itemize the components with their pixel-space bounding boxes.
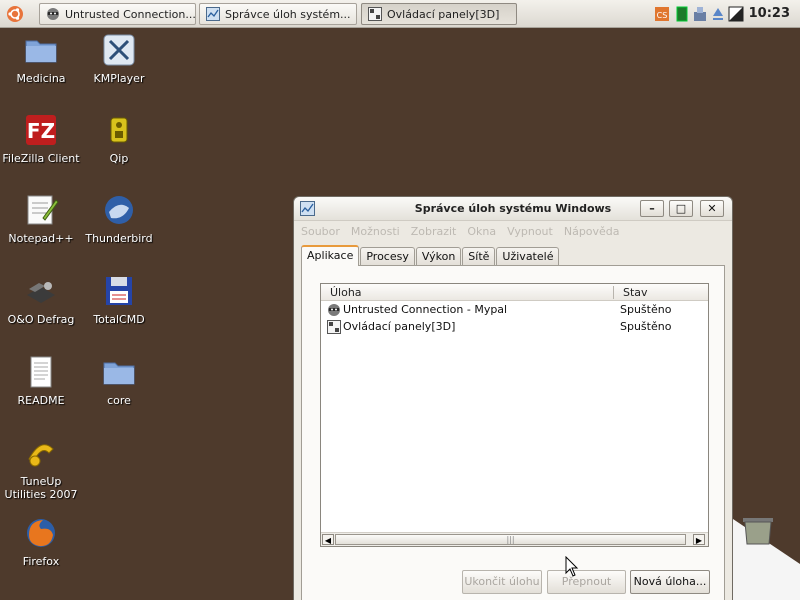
task-name: Untrusted Connection - Mypal — [343, 303, 508, 316]
svg-text:CS: CS — [657, 11, 668, 20]
raccoon-icon — [328, 304, 340, 316]
taskbar-button-label: Správce úloh systém... — [225, 7, 351, 21]
switch-to-button[interactable]: Přepnout — [547, 570, 626, 594]
notepad-icon — [27, 195, 59, 225]
title-bar[interactable]: Správce úloh systému Windows – □ ✕ — [294, 197, 732, 221]
task-name: Ovládací panely[3D] — [343, 320, 456, 333]
task-list[interactable]: Úloha Stav Untrusted Connection - Mypal … — [320, 283, 709, 547]
menu-options[interactable]: Možnosti — [351, 225, 400, 238]
applications-panel: Úloha Stav Untrusted Connection - Mypal … — [301, 265, 725, 600]
eject-tray-icon[interactable] — [711, 6, 725, 22]
close-button[interactable]: ✕ — [700, 200, 724, 217]
cs-tray-icon[interactable]: CS — [655, 6, 669, 22]
menu-windows[interactable]: Okna — [467, 225, 496, 238]
qip-icon — [110, 117, 128, 143]
list-header: Úloha Stav — [321, 284, 708, 301]
taskbar-button-untrusted-connection[interactable]: Untrusted Connection... — [39, 3, 196, 25]
desktop-icon-kmplayer[interactable]: KMPlayer — [79, 32, 159, 85]
scroll-left-button[interactable]: ◀ — [322, 534, 334, 545]
menu-shutdown[interactable]: Vypnout — [507, 225, 553, 238]
minimize-button[interactable]: – — [640, 200, 664, 217]
desktop-icon-thunderbird[interactable]: Thunderbird — [79, 192, 159, 245]
task-row[interactable]: Ovládací panely[3D] Spuštěno — [321, 318, 708, 335]
desktop-icon-totalcmd[interactable]: TotalCMD — [79, 273, 159, 326]
maximize-icon: □ — [675, 202, 687, 215]
menu-help[interactable]: Nápověda — [564, 225, 620, 238]
mouse-cursor-icon — [565, 556, 579, 577]
desktop-icon-firefox[interactable]: Firefox — [1, 515, 81, 568]
display-tray-icon[interactable] — [728, 6, 744, 22]
window-title: Správce úloh systému Windows — [414, 202, 612, 215]
end-task-button[interactable]: Ukončit úlohu — [462, 570, 542, 594]
ubuntu-menu-icon[interactable] — [6, 5, 24, 23]
desktop-icon-oo-defrag[interactable]: O&O Defrag — [1, 273, 81, 326]
scroll-right-button[interactable]: ▶ — [693, 534, 705, 545]
svg-text:FZ: FZ — [27, 119, 55, 143]
tab-users[interactable]: Uživatelé — [496, 247, 560, 266]
task-row[interactable]: Untrusted Connection - Mypal Spuštěno — [321, 301, 708, 318]
scrollbar-thumb[interactable]: ||| — [335, 534, 686, 545]
folder-icon — [103, 362, 135, 385]
new-task-button[interactable]: Nová úloha... — [630, 570, 710, 594]
desktop-icon-core[interactable]: core — [79, 354, 159, 407]
column-header-status[interactable]: Stav — [623, 286, 648, 299]
maximize-button[interactable]: □ — [669, 200, 693, 217]
taskbar-button-control-panel[interactable]: Ovládací panely[3D] — [361, 3, 517, 25]
taskbar-button-label: Untrusted Connection... — [65, 7, 196, 21]
control-panel-icon — [327, 320, 341, 334]
raccoon-icon — [47, 8, 59, 20]
tab-networking[interactable]: Sítě — [462, 247, 496, 266]
taskbar-button-label: Ovládací panely[3D] — [387, 7, 500, 21]
tab-applications[interactable]: Aplikace — [301, 245, 360, 266]
desktop-icon-readme[interactable]: README — [1, 354, 81, 407]
battery-tray-icon[interactable] — [676, 6, 688, 22]
close-icon: ✕ — [707, 202, 717, 215]
task-manager-window[interactable]: Správce úloh systému Windows – □ ✕ Soubo… — [293, 196, 733, 600]
filezilla-icon: FZ — [26, 115, 56, 145]
clock[interactable]: 10:23 — [749, 6, 790, 21]
task-manager-icon — [206, 7, 220, 21]
menu-file[interactable]: Soubor — [301, 225, 340, 238]
task-status: Spuštěno — [620, 320, 672, 333]
kmplayer-icon — [103, 34, 135, 66]
tab-processes[interactable]: Procesy — [360, 247, 415, 266]
trash-icon[interactable] — [733, 514, 800, 600]
desktop-icon-tuneup[interactable]: TuneUp Utilities 2007 — [1, 435, 81, 501]
column-header-task[interactable]: Úloha — [330, 286, 362, 299]
thunderbird-icon — [105, 196, 133, 224]
folder-icon — [25, 40, 57, 63]
desktop-icon-qip[interactable]: Qip — [79, 112, 159, 165]
menu-bar: Soubor Možnosti Zobrazit Okna Vypnout Ná… — [294, 221, 732, 241]
desktop-icon-notepadpp[interactable]: Notepad++ — [1, 192, 81, 245]
desktop-icon-medicina[interactable]: Medicina — [1, 32, 81, 85]
tab-performance[interactable]: Výkon — [415, 247, 462, 266]
control-panel-icon — [368, 7, 382, 21]
network-tray-icon[interactable] — [692, 6, 708, 22]
tuneup-icon — [28, 444, 54, 467]
floppy-disk-icon — [106, 277, 132, 305]
task-status: Spuštěno — [620, 303, 672, 316]
firefox-icon — [27, 519, 55, 547]
horizontal-scrollbar[interactable]: ◀ ||| ▶ — [321, 532, 708, 546]
desktop-icon-filezilla[interactable]: FZ FileZilla Client — [1, 112, 81, 165]
tab-strip: Aplikace Procesy Výkon Sítě Uživatelé — [301, 245, 560, 266]
taskbar-button-task-manager[interactable]: Správce úloh systém... — [199, 3, 357, 25]
defrag-icon — [27, 282, 55, 303]
top-panel: Untrusted Connection... Správce úloh sys… — [0, 0, 800, 28]
minimize-icon: – — [649, 202, 655, 215]
text-file-icon — [30, 356, 52, 388]
column-separator[interactable] — [613, 286, 614, 299]
menu-view[interactable]: Zobrazit — [411, 225, 457, 238]
